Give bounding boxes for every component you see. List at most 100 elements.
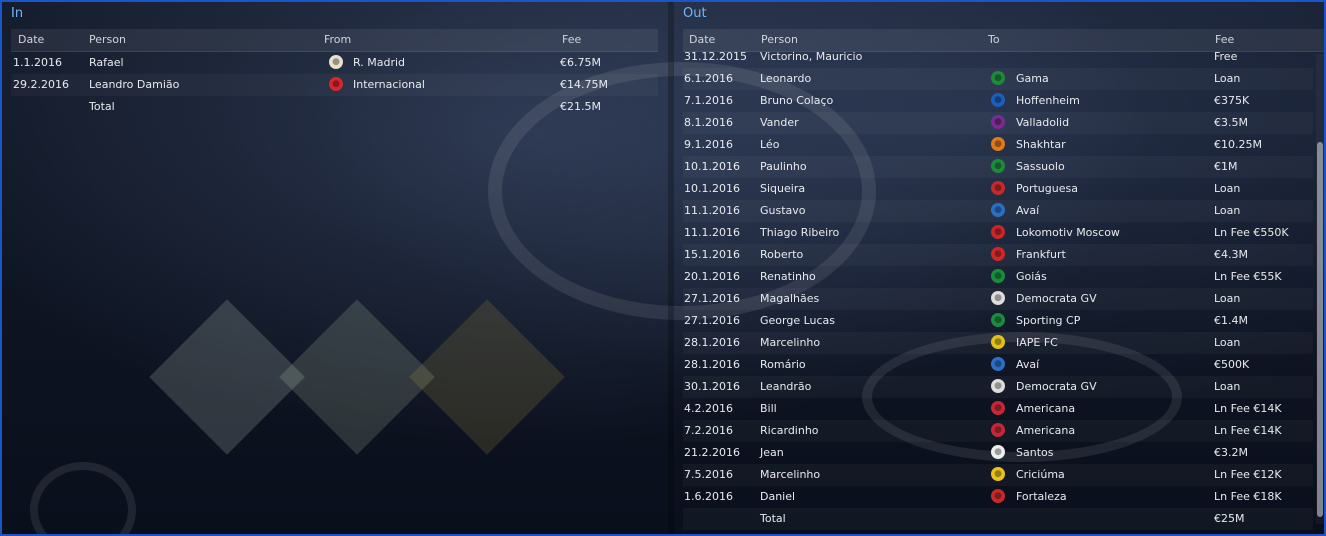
row-club[interactable]: Sassuolo [1016,160,1065,173]
row-club[interactable]: IAPE FC [1016,336,1058,349]
table-row[interactable]: 15.1.2016 Roberto ● Frankfurt €4.3M [683,244,1313,266]
row-club[interactable]: Americana [1016,424,1075,437]
democrata-badge-icon: ● [991,291,1005,305]
header-person[interactable]: Person [761,33,798,46]
table-row[interactable]: 30.1.2016 Leandrão ● Democrata GV Loan [683,376,1313,398]
row-person[interactable]: Daniel [760,490,795,503]
table-row[interactable]: 10.1.2016 Paulinho ● Sassuolo €1M [683,156,1313,178]
row-person[interactable]: Romário [760,358,806,371]
row-person[interactable]: Vander [760,116,799,129]
row-person[interactable]: Magalhães [760,292,819,305]
row-date: 1.6.2016 [684,490,733,503]
democrata-badge-icon: ● [991,379,1005,393]
row-club[interactable]: Avaí [1016,204,1039,217]
row-club[interactable]: Avaí [1016,358,1039,371]
total-row: Total €25M [683,508,1313,530]
row-club[interactable]: Lokomotiv Moscow [1016,226,1120,239]
table-row[interactable]: 28.1.2016 Romário ● Avaí €500K [683,354,1313,376]
row-club[interactable]: Santos [1016,446,1053,459]
row-date: 15.1.2016 [684,248,740,261]
row-person[interactable]: Marcelinho [760,468,820,481]
row-club[interactable]: Criciúma [1016,468,1065,481]
table-row[interactable]: 10.1.2016 Siqueira ● Portuguesa Loan [683,178,1313,200]
row-club[interactable]: Democrata GV [1016,380,1097,393]
table-row[interactable]: 7.2.2016 Ricardinho ● Americana Ln Fee €14K [683,420,1313,442]
row-fee: Ln Fee €14K [1214,402,1282,415]
row-person[interactable]: Renatinho [760,270,816,283]
row-club[interactable]: Valladolid [1016,116,1069,129]
table-row[interactable]: 7.1.2016 Bruno Colaço ● Hoffenheim €375K [683,90,1313,112]
row-person[interactable]: Rafael [89,56,124,69]
row-person[interactable]: Thiago Ribeiro [760,226,839,239]
header-from[interactable]: From [324,33,351,46]
table-row[interactable]: 20.1.2016 Renatinho ● Goiás Ln Fee €55K [683,266,1313,288]
row-person[interactable]: Roberto [760,248,803,261]
real-madrid-badge-icon: ● [329,55,343,69]
row-club[interactable]: Frankfurt [1016,248,1066,261]
header-fee[interactable]: Fee [562,33,581,46]
row-person[interactable]: Jean [760,446,784,459]
row-fee: Loan [1214,292,1241,305]
row-club[interactable]: Americana [1016,402,1075,415]
row-club[interactable]: Sporting CP [1016,314,1080,327]
table-row[interactable]: 28.1.2016 Marcelinho ● IAPE FC Loan [683,332,1313,354]
row-person[interactable]: Bruno Colaço [760,94,833,107]
gama-badge-icon: ● [991,71,1005,85]
table-row[interactable]: 21.2.2016 Jean ● Santos €3.2M [683,442,1313,464]
row-person[interactable]: Bill [760,402,777,415]
internacional-badge-icon: ● [329,77,343,91]
row-club[interactable]: Goiás [1016,270,1047,283]
row-club[interactable]: Internacional [353,78,425,91]
header-fee[interactable]: Fee [1215,33,1234,46]
header-date[interactable]: Date [18,33,44,46]
table-row[interactable]: 27.1.2016 George Lucas ● Sporting CP €1.4M [683,310,1313,332]
row-fee: Free [1214,50,1238,63]
row-date: 10.1.2016 [684,182,740,195]
row-club[interactable]: Democrata GV [1016,292,1097,305]
row-fee: €14.75M [560,78,608,91]
row-club[interactable]: Shakhtar [1016,138,1066,151]
table-row[interactable]: 29.2.2016 Leandro Damião ● Internacional €14… [11,74,658,96]
table-row[interactable]: 9.1.2016 Léo ● Shakhtar €10.25M [683,134,1313,156]
row-person[interactable]: Siqueira [760,182,805,195]
header-person[interactable]: Person [89,33,126,46]
table-row[interactable]: 7.5.2016 Marcelinho ● Criciúma Ln Fee €12K [683,464,1313,486]
row-date: 29.2.2016 [13,78,69,91]
row-person[interactable]: Leandrão [760,380,811,393]
row-person[interactable]: Leonardo [760,72,811,85]
row-club[interactable]: Fortaleza [1016,490,1067,503]
out-scrollbar-thumb[interactable] [1317,142,1323,517]
row-person[interactable]: Gustavo [760,204,806,217]
avai-badge-icon: ● [991,357,1005,371]
row-club[interactable]: R. Madrid [353,56,405,69]
table-row[interactable]: 6.1.2016 Leonardo ● Gama Loan [683,68,1313,90]
table-row[interactable]: 11.1.2016 Gustavo ● Avaí Loan [683,200,1313,222]
row-club[interactable]: Portuguesa [1016,182,1078,195]
row-club[interactable]: Gama [1016,72,1049,85]
row-date: 8.1.2016 [684,116,733,129]
row-club[interactable]: Hoffenheim [1016,94,1080,107]
frankfurt-badge-icon: ● [991,247,1005,261]
table-row[interactable]: 1.6.2016 Daniel ● Fortaleza Ln Fee €18K [683,486,1313,508]
table-row[interactable]: 4.2.2016 Bill ● Americana Ln Fee €14K [683,398,1313,420]
row-person[interactable]: Paulinho [760,160,807,173]
row-person[interactable]: George Lucas [760,314,835,327]
row-person[interactable]: Marcelinho [760,336,820,349]
table-row[interactable]: 31.12.2015 Victorino, Mauricio Free [683,46,1313,68]
header-date[interactable]: Date [689,33,715,46]
row-person[interactable]: Leandro Damião [89,78,179,91]
total-label: Total [89,100,115,113]
goias-badge-icon: ● [991,269,1005,283]
header-to[interactable]: To [988,33,1000,46]
row-person[interactable]: Léo [760,138,779,151]
row-date: 9.1.2016 [684,138,733,151]
table-row[interactable]: 11.1.2016 Thiago Ribeiro ● Lokomotiv Moscow… [683,222,1313,244]
table-row[interactable]: 27.1.2016 Magalhães ● Democrata GV Loan [683,288,1313,310]
table-row[interactable]: 1.1.2016 Rafael ● R. Madrid €6.75M [11,52,658,74]
row-fee: Ln Fee €18K [1214,490,1282,503]
row-date: 7.1.2016 [684,94,733,107]
table-row[interactable]: 8.1.2016 Vander ● Valladolid €3.5M [683,112,1313,134]
row-person[interactable]: Ricardinho [760,424,819,437]
row-person[interactable]: Victorino, Mauricio [760,50,862,63]
row-fee: Ln Fee €55K [1214,270,1282,283]
